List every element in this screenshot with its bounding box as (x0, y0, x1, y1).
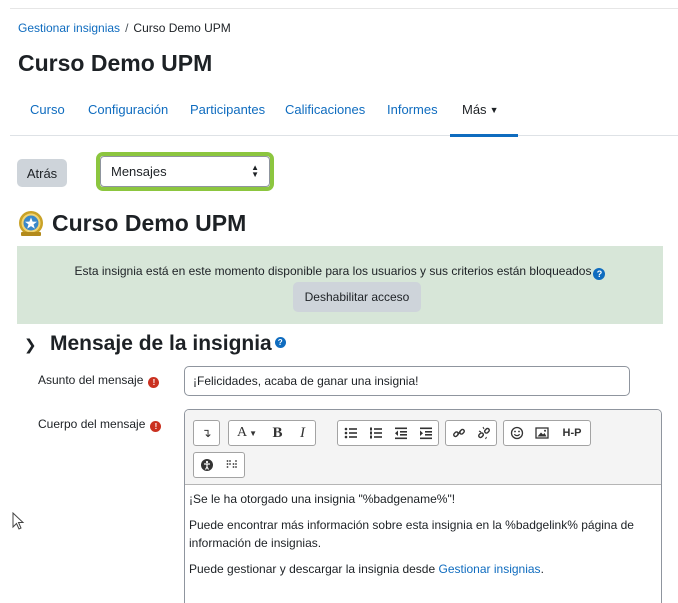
section-help-icon[interactable]: ? (274, 337, 286, 348)
accessibility-checker-icon[interactable] (194, 453, 219, 477)
section-header: ❯ Mensaje de la insignia? (24, 332, 286, 356)
page-title: Curso Demo UPM (18, 50, 213, 76)
alert-text-wrap: Esta insignia está en este momento dispo… (17, 264, 663, 280)
section-title: Mensaje de la insignia (50, 332, 272, 355)
toolbar-group-6 (193, 452, 245, 478)
tab-mas-label: Más (462, 102, 487, 117)
alert-message: Esta insignia está en este momento dispo… (74, 264, 592, 278)
body-paragraph-3-text: Puede gestionar y descargar la insignia … (189, 562, 439, 576)
toolbar-group-3 (337, 420, 439, 446)
back-button[interactable]: Atrás (17, 159, 67, 187)
body-paragraph-2: Puede encontrar más información sobre es… (189, 518, 634, 550)
breadcrumb-separator: / (125, 21, 129, 35)
bold-button[interactable]: B (265, 421, 290, 445)
course-nav-tabs: Curso Configuración Participantes Califi… (10, 96, 678, 137)
outdent-icon[interactable] (388, 421, 413, 445)
body-paragraph-3-end: . (540, 562, 544, 576)
disable-access-button[interactable]: Deshabilitar acceso (293, 282, 421, 312)
breadcrumb: Gestionar insignias / Curso Demo UPM (18, 21, 231, 35)
editor-content[interactable]: ¡Se le ha otorgado una insignia "%badgen… (189, 490, 657, 586)
image-icon[interactable] (529, 421, 554, 445)
screenreader-helper-icon[interactable] (219, 453, 244, 477)
badge-title: Curso Demo UPM (52, 210, 247, 236)
subject-input[interactable]: ¡Felicidades, acaba de ganar una insigni… (184, 366, 630, 396)
breadcrumb-gestionar-insignias[interactable]: Gestionar insignias (18, 21, 120, 35)
badge-status-alert: Esta insignia está en este momento dispo… (17, 246, 663, 324)
toolbar-group-5: H-P (503, 420, 591, 446)
caret-down-icon: ▼ (249, 428, 258, 438)
italic-button[interactable]: I (290, 421, 315, 445)
editor-toolbar: ↴ A ▼ B I H-P (185, 410, 661, 485)
toolbar-group-1: ↴ (193, 420, 220, 446)
tab-configuracion[interactable]: Configuración (88, 102, 168, 117)
section-select-value: Mensajes (111, 164, 167, 179)
required-icon: ! (150, 421, 162, 432)
font-style-label: A (236, 425, 248, 440)
breadcrumb-current: Curso Demo UPM (133, 21, 231, 35)
tab-calificaciones[interactable]: Calificaciones (285, 102, 365, 117)
gestionar-insignias-link[interactable]: Gestionar insignias (439, 562, 541, 576)
collapse-chevron-icon[interactable]: ❯ (24, 336, 38, 354)
help-icon[interactable]: ? (593, 268, 606, 280)
chevron-down-icon: ▼ (489, 105, 499, 115)
ordered-list-icon[interactable] (363, 421, 388, 445)
h5p-icon[interactable]: H-P (554, 421, 590, 445)
subject-label-wrap: Asunto del mensaje! (38, 373, 160, 388)
toolbar-group-2: A ▼ B I (228, 420, 316, 446)
unordered-list-icon[interactable] (338, 421, 363, 445)
tab-informes[interactable]: Informes (387, 102, 438, 117)
section-select[interactable]: Mensajes ▲ ▼ (100, 156, 270, 187)
indent-icon[interactable] (413, 421, 438, 445)
body-paragraph-3: Puede gestionar y descargar la insignia … (189, 560, 657, 578)
body-paragraph-1: ¡Se le ha otorgado una insignia "%badgen… (189, 492, 456, 506)
body-label-wrap: Cuerpo del mensaje! (38, 417, 162, 432)
message-body-editor[interactable]: ↴ A ▼ B I H-P ¡Se le ha otorgado una insi… (184, 409, 662, 603)
mouse-pointer-icon (12, 512, 25, 530)
toolbar-toggle-icon[interactable]: ↴ (194, 421, 219, 445)
active-tab-indicator (450, 134, 518, 137)
top-divider (10, 8, 678, 9)
tab-curso[interactable]: Curso (30, 102, 65, 117)
tab-participantes[interactable]: Participantes (190, 102, 265, 117)
font-style-button[interactable]: A ▼ (229, 421, 265, 445)
tab-mas[interactable]: Más ▼ (462, 102, 498, 117)
required-icon: ! (148, 377, 160, 388)
subject-label: Asunto del mensaje (38, 373, 144, 387)
emoji-icon[interactable] (504, 421, 529, 445)
badge-medal-icon (19, 211, 43, 236)
link-icon[interactable] (446, 421, 471, 445)
unlink-icon[interactable] (471, 421, 496, 445)
select-arrows-icon: ▲ ▼ (251, 163, 259, 179)
body-label: Cuerpo del mensaje (38, 417, 146, 431)
toolbar-group-4 (445, 420, 497, 446)
